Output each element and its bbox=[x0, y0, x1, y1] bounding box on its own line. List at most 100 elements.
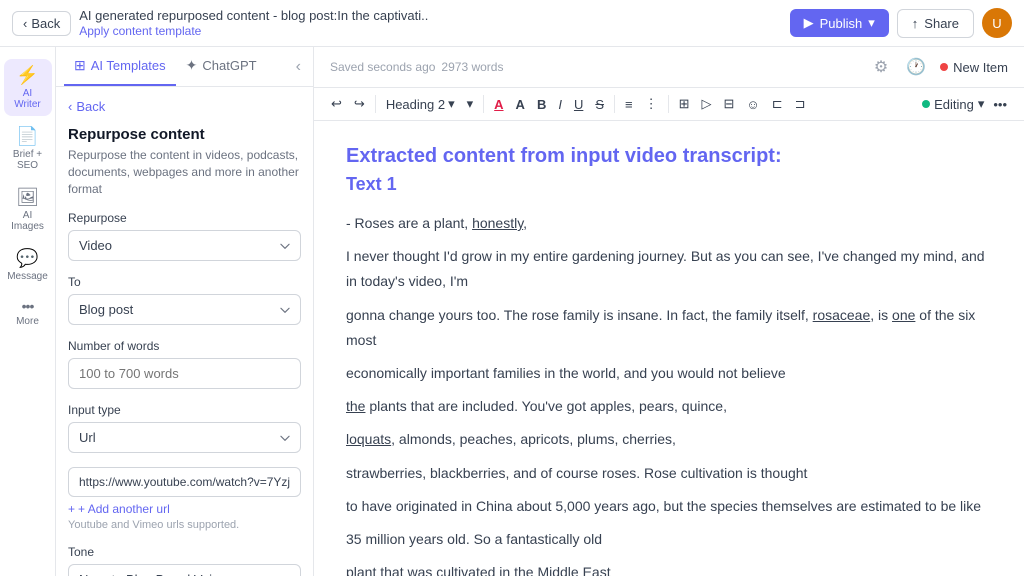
tab-ai-templates[interactable]: ⊞ AI Templates bbox=[64, 47, 176, 86]
highlight-button[interactable]: A bbox=[511, 93, 530, 116]
apply-template-link[interactable]: Apply content template bbox=[79, 24, 428, 38]
new-item-button[interactable]: New Item bbox=[940, 60, 1008, 75]
sidebar-item-ai-images[interactable]: 🖼 AI Images bbox=[4, 181, 52, 238]
image-button[interactable]: ⊞ bbox=[674, 92, 695, 116]
editing-chevron-icon: ▾ bbox=[978, 96, 985, 112]
tone-field: Tone Narrato Blog Brand Voice Profession… bbox=[68, 545, 301, 576]
back-button[interactable]: ‹ Back bbox=[12, 11, 71, 36]
list-button[interactable]: ≡ bbox=[620, 93, 638, 116]
one-link: one bbox=[892, 307, 915, 323]
word-count: 2973 words bbox=[441, 60, 503, 74]
input-type-field: Input type Url Text File bbox=[68, 403, 301, 453]
saved-text: Saved seconds ago bbox=[330, 60, 435, 74]
editor-toolbar: ↩ ↪ Heading 2 ▾ ▾ A A B I U S ≡ ⋮ ⊞ ▷ ⊟ … bbox=[314, 88, 1024, 121]
more-options-button[interactable]: ••• bbox=[988, 93, 1012, 116]
loquats-link: loquats bbox=[346, 431, 391, 447]
sidebar-item-label: Message bbox=[7, 271, 48, 282]
para-1: - Roses are a plant, honestly, bbox=[346, 211, 992, 236]
settings-icon-button[interactable]: ⚙ bbox=[870, 53, 892, 81]
editing-badge: Editing ▾ ••• bbox=[922, 93, 1012, 116]
url-hint: Youtube and Vimeo urls supported. bbox=[68, 519, 301, 531]
repurpose-field: Repurpose Video Podcast Document bbox=[68, 211, 301, 261]
main-layout: ⚡ AI Writer 📄 Brief + SEO 🖼 AI Images 💬 … bbox=[0, 47, 1024, 576]
share-icon: ↑ bbox=[912, 16, 919, 31]
para-7: strawberries, blackberries, and of cours… bbox=[346, 461, 992, 486]
panel-section-desc: Repurpose the content in videos, podcast… bbox=[68, 147, 301, 197]
top-bar: ‹ Back AI generated repurposed content -… bbox=[0, 0, 1024, 47]
top-bar-right: ▶ Publish ▾ ↑ Share U bbox=[790, 8, 1012, 38]
underline-button[interactable]: U bbox=[569, 93, 588, 116]
underline-honestly: honestly bbox=[472, 215, 523, 231]
to-select[interactable]: Blog post Social post Email bbox=[68, 294, 301, 325]
editing-label: Editing bbox=[934, 97, 974, 112]
editing-dot bbox=[922, 100, 930, 108]
rosaceae-link: rosaceae bbox=[813, 307, 871, 323]
para-4: economically important families in the w… bbox=[346, 361, 992, 386]
undo-button[interactable]: ↩ bbox=[326, 92, 347, 116]
panel-section-title: Repurpose content bbox=[68, 126, 301, 143]
top-bar-left: ‹ Back AI generated repurposed content -… bbox=[12, 8, 428, 38]
editor-content[interactable]: Extracted content from input video trans… bbox=[314, 121, 1024, 576]
bold-button[interactable]: B bbox=[532, 93, 551, 116]
heading-label: Heading 2 bbox=[386, 97, 445, 112]
tab-chatgpt-label: ChatGPT bbox=[202, 58, 256, 73]
heading-select[interactable]: Heading 2 ▾ bbox=[381, 92, 460, 116]
repurpose-label: Repurpose bbox=[68, 211, 301, 225]
the-link: the bbox=[346, 398, 365, 414]
sidebar-item-label: AI Images bbox=[11, 210, 44, 232]
tab-chatgpt[interactable]: ✦ ChatGPT bbox=[176, 47, 267, 86]
history-icon-button[interactable]: 🕐 bbox=[902, 53, 930, 81]
share-button[interactable]: ↑ Share bbox=[897, 9, 974, 38]
sidebar-item-brief-seo[interactable]: 📄 Brief + SEO bbox=[4, 120, 52, 177]
emoji-button[interactable]: ☺ bbox=[741, 93, 764, 116]
new-item-label: New Item bbox=[953, 60, 1008, 75]
sidebar-item-label: AI Writer bbox=[12, 88, 44, 110]
panel-tabs: ⊞ AI Templates ✦ ChatGPT ‹ bbox=[56, 47, 313, 87]
chatgpt-icon: ✦ bbox=[186, 57, 198, 74]
to-label: To bbox=[68, 275, 301, 289]
publish-button[interactable]: ▶ Publish ▾ bbox=[790, 9, 889, 37]
editor-body: - Roses are a plant, honestly, I never t… bbox=[346, 211, 992, 576]
input-type-label: Input type bbox=[68, 403, 301, 417]
toolbar-divider-3 bbox=[614, 95, 615, 113]
url-field: + + Add another url Youtube and Vimeo ur… bbox=[68, 467, 301, 531]
ai-templates-icon: ⊞ bbox=[74, 57, 86, 74]
words-label: Number of words bbox=[68, 339, 301, 353]
sidebar-item-more[interactable]: ••• More bbox=[4, 292, 52, 333]
url-input[interactable] bbox=[68, 467, 301, 497]
redo-button[interactable]: ↪ bbox=[349, 92, 370, 116]
more-left-button[interactable]: ⊏ bbox=[767, 92, 788, 116]
tab-ai-templates-label: AI Templates bbox=[91, 58, 166, 73]
panel-back-button[interactable]: ‹ Back bbox=[68, 99, 105, 114]
para-8: to have originated in China about 5,000 … bbox=[346, 494, 992, 519]
sidebar-item-ai-writer[interactable]: ⚡ AI Writer bbox=[4, 59, 52, 116]
input-type-select[interactable]: Url Text File bbox=[68, 422, 301, 453]
toolbar-divider-4 bbox=[668, 95, 669, 113]
editor-area: Saved seconds ago 2973 words ⚙ 🕐 New Ite… bbox=[314, 47, 1024, 576]
more-icon: ••• bbox=[22, 298, 34, 314]
play-button[interactable]: ▷ bbox=[697, 92, 717, 116]
text-color-button[interactable]: A bbox=[489, 93, 508, 116]
italic-button[interactable]: I bbox=[553, 93, 567, 116]
sidebar-item-label: More bbox=[16, 316, 39, 327]
para-6: loquats, almonds, peaches, apricots, plu… bbox=[346, 427, 992, 452]
sidebar-item-message[interactable]: 💬 Message bbox=[4, 242, 52, 288]
para-5: the plants that are included. You've got… bbox=[346, 394, 992, 419]
strikethrough-button[interactable]: S bbox=[590, 93, 609, 116]
words-field: Number of words bbox=[68, 339, 301, 389]
icon-sidebar: ⚡ AI Writer 📄 Brief + SEO 🖼 AI Images 💬 … bbox=[0, 47, 56, 576]
avatar[interactable]: U bbox=[982, 8, 1012, 38]
font-size-select[interactable]: ▾ bbox=[462, 92, 479, 116]
editor-meta-right: ⚙ 🕐 New Item bbox=[870, 53, 1008, 81]
panel-collapse-button[interactable]: ‹ bbox=[292, 54, 305, 80]
repurpose-select[interactable]: Video Podcast Document bbox=[68, 230, 301, 261]
ordered-list-button[interactable]: ⋮ bbox=[640, 92, 663, 116]
table-button[interactable]: ⊟ bbox=[719, 92, 740, 116]
tone-select[interactable]: Narrato Blog Brand Voice Professional Ca… bbox=[68, 564, 301, 576]
words-input[interactable] bbox=[68, 358, 301, 389]
back-chevron-icon: ‹ bbox=[23, 16, 27, 31]
toolbar-divider-1 bbox=[375, 95, 376, 113]
message-icon: 💬 bbox=[16, 248, 38, 269]
more-right-button[interactable]: ⊐ bbox=[790, 92, 811, 116]
add-url-link[interactable]: + + Add another url bbox=[68, 502, 301, 516]
